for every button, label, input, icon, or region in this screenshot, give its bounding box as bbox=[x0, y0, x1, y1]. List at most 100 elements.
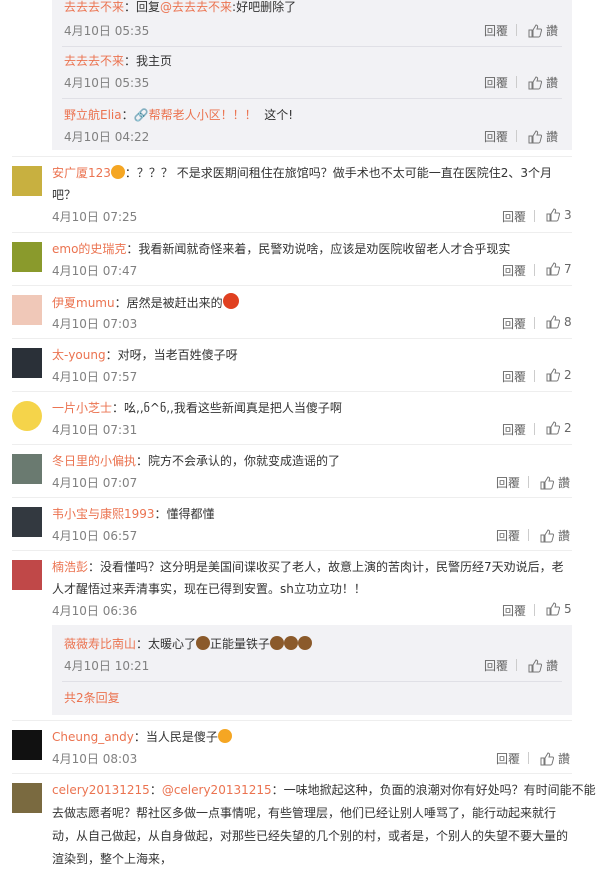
comment-author[interactable]: emo的史瑞克 bbox=[52, 242, 126, 256]
avatar[interactable] bbox=[12, 783, 42, 813]
like-button[interactable]: 讚 bbox=[540, 750, 570, 767]
comment-text-line: ：居然是被赶出来的 bbox=[114, 296, 223, 310]
thumbs-up-icon bbox=[546, 262, 560, 276]
avatar[interactable] bbox=[12, 166, 42, 196]
monkey-emoji-icon bbox=[196, 636, 211, 650]
monkey-emoji-icon bbox=[270, 636, 285, 650]
timestamp: 4月10日 05:35 bbox=[64, 24, 150, 38]
subreply-author[interactable]: 薇薇寿比南山 bbox=[64, 637, 136, 651]
subreply-text: ：我主页 bbox=[124, 54, 173, 68]
avatar[interactable] bbox=[12, 560, 42, 590]
timestamp: 4月10日 08:03 bbox=[52, 752, 138, 766]
comment-text-line: ：我看新闻就奇怪来着，民警劝说啥，应该是劝医院收留老人才合乎现实 bbox=[126, 242, 511, 256]
reply-button[interactable]: 回覆 bbox=[502, 368, 526, 385]
thumbs-up-icon bbox=[528, 129, 542, 143]
comment-text: 一片小芝士：吆,,ნ^ნ,,我看这些新闻真是把人当傻子啊 bbox=[52, 399, 342, 416]
avatar[interactable] bbox=[12, 454, 42, 484]
divider bbox=[12, 232, 572, 233]
comment-author[interactable]: 冬日里的小偏执 bbox=[52, 454, 136, 468]
timestamp: 4月10日 07:25 bbox=[52, 210, 138, 224]
post-link[interactable]: 帮帮老人小区！！！ bbox=[149, 108, 257, 122]
like-button[interactable]: 讚 bbox=[528, 128, 558, 145]
like-label: 讚 bbox=[546, 76, 559, 90]
mention-link[interactable]: @celery20131215 bbox=[162, 783, 272, 797]
like-label: 讚 bbox=[558, 529, 571, 543]
reply-button[interactable]: 回覆 bbox=[496, 527, 520, 544]
like-button[interactable]: 讚 bbox=[528, 74, 558, 91]
like-button[interactable]: 5 bbox=[546, 602, 572, 616]
like-button[interactable]: 2 bbox=[546, 368, 572, 382]
avatar[interactable] bbox=[12, 242, 42, 272]
comment-author[interactable]: 楠浩彭 bbox=[52, 560, 88, 574]
subreply-author[interactable]: 野立航Elia bbox=[64, 108, 122, 122]
like-button[interactable]: 讚 bbox=[528, 22, 558, 39]
like-button[interactable]: 3 bbox=[546, 208, 572, 222]
comment-author[interactable]: 安广厦123 bbox=[52, 166, 111, 180]
avatar[interactable] bbox=[12, 507, 42, 537]
divider bbox=[12, 156, 572, 157]
separator bbox=[534, 370, 535, 382]
like-label: 讚 bbox=[558, 476, 571, 490]
mention-link[interactable]: @去去去不来 bbox=[160, 0, 232, 14]
like-button[interactable]: 2 bbox=[546, 421, 572, 435]
reply-button[interactable]: 回覆 bbox=[502, 262, 526, 279]
reply-thread: 薇薇寿比南山：太暖心了 正能量铁子 4月10日 10:21 回覆 讚 共2条回复 bbox=[52, 625, 572, 715]
more-replies-link[interactable]: 共2条回复 bbox=[64, 689, 120, 706]
subreply-author[interactable]: 去去去不来 bbox=[64, 54, 124, 68]
like-label: 讚 bbox=[546, 659, 559, 673]
comment-text: 韦小宝与康熙1993：懂得都懂 bbox=[52, 505, 215, 522]
reply-button[interactable]: 回覆 bbox=[502, 421, 526, 438]
like-button[interactable]: 7 bbox=[546, 262, 572, 276]
reply-button[interactable]: 回覆 bbox=[496, 750, 520, 767]
comment-author[interactable]: 太-young bbox=[52, 348, 106, 362]
avatar[interactable] bbox=[12, 730, 42, 760]
separator bbox=[534, 423, 535, 435]
comment-text: Cheung_andy：当人民是傻子 bbox=[52, 728, 232, 745]
like-count: 8 bbox=[564, 315, 572, 329]
reply-button[interactable]: 回覆 bbox=[484, 128, 508, 145]
like-button[interactable]: 讚 bbox=[528, 657, 558, 674]
comment-text-line: 动，从自己做起，从自身做起，对那些已经失望的几个别的村，或者是，个别人的失望不要… bbox=[52, 829, 569, 843]
comment-text: celery20131215：@celery20131215：一味地掀起这种，负… bbox=[52, 781, 596, 798]
like-label: 讚 bbox=[546, 130, 559, 144]
avatar[interactable] bbox=[12, 401, 42, 431]
subreply-text: :好吧删除了 bbox=[232, 0, 297, 14]
comment-text: 冬日里的小偏执：院方不会承认的，你就变成造谣的了 bbox=[52, 452, 340, 469]
subreply-author[interactable]: 去去去不来 bbox=[64, 0, 124, 14]
thumbs-up-icon bbox=[546, 602, 560, 616]
reply-button[interactable]: 回覆 bbox=[502, 208, 526, 225]
separator bbox=[534, 317, 535, 329]
separator bbox=[516, 76, 517, 88]
like-count: 5 bbox=[564, 602, 572, 616]
subreply-text: ： bbox=[121, 108, 134, 122]
timestamp: 4月10日 07:47 bbox=[52, 264, 138, 278]
comment-author[interactable]: 韦小宝与康熙1993 bbox=[52, 507, 155, 521]
like-button[interactable]: 讚 bbox=[540, 474, 570, 491]
thumbs-up-icon bbox=[540, 528, 554, 542]
timestamp: 4月10日 06:57 bbox=[52, 529, 138, 543]
comment-author[interactable]: 伊夏mumu bbox=[52, 296, 115, 310]
reply-button[interactable]: 回覆 bbox=[502, 602, 526, 619]
reply-button[interactable]: 回覆 bbox=[484, 22, 508, 39]
reply-button[interactable]: 回覆 bbox=[484, 657, 508, 674]
separator bbox=[528, 476, 529, 488]
reply-button[interactable]: 回覆 bbox=[502, 315, 526, 332]
comment-author[interactable]: celery20131215 bbox=[52, 783, 150, 797]
comment-text-line: 人才醒悟过来弄清事实，现在已得到安置。sh立功立功！！ bbox=[52, 582, 366, 596]
subreply-text-line: ：太暖心了 bbox=[136, 637, 197, 651]
comment-author[interactable]: Cheung_andy bbox=[52, 730, 134, 744]
avatar[interactable] bbox=[12, 348, 42, 378]
like-count: 2 bbox=[564, 368, 572, 382]
like-button[interactable]: 8 bbox=[546, 315, 572, 329]
subreply-text: 这个! bbox=[264, 108, 294, 122]
comment-author[interactable]: 一片小芝士 bbox=[52, 401, 112, 415]
reply-button[interactable]: 回覆 bbox=[484, 74, 508, 91]
reply-button[interactable]: 回覆 bbox=[496, 474, 520, 491]
colon: ： bbox=[149, 783, 162, 797]
comment-text-line: ：院方不会承认的，你就变成造谣的了 bbox=[136, 454, 341, 468]
divider bbox=[62, 681, 562, 682]
like-button[interactable]: 讚 bbox=[540, 527, 570, 544]
thumbs-up-icon bbox=[528, 23, 542, 37]
comment-text-line: ：懂得都懂 bbox=[154, 507, 215, 521]
avatar[interactable] bbox=[12, 295, 42, 325]
